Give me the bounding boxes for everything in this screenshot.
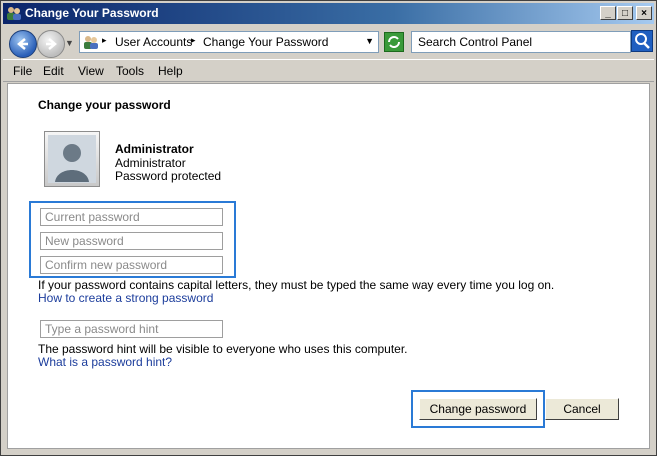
- new-password-field[interactable]: New password: [40, 232, 223, 250]
- search-input[interactable]: Search Control Panel: [411, 31, 631, 53]
- strong-password-link[interactable]: How to create a strong password: [38, 291, 213, 305]
- content-pane: Change your password Administrator Admin…: [7, 83, 650, 449]
- hint-note: The password hint will be visible to eve…: [38, 342, 408, 356]
- menu-view[interactable]: View: [78, 64, 104, 78]
- current-password-placeholder: Current password: [45, 210, 140, 224]
- close-button[interactable]: ×: [636, 6, 652, 20]
- search-icon: [635, 33, 650, 49]
- menu-edit[interactable]: Edit: [43, 64, 64, 78]
- back-button[interactable]: [9, 30, 37, 58]
- user-status: Password protected: [115, 169, 222, 183]
- user-avatar-icon: [48, 135, 96, 183]
- address-dropdown-icon[interactable]: ▼: [365, 36, 374, 46]
- forward-button[interactable]: [37, 30, 65, 58]
- navigation-bar: ▼ ▸ User Accounts ▸ Change Your Password…: [3, 26, 654, 58]
- breadcrumb-separator-icon: ▸: [102, 35, 107, 45]
- confirm-password-field[interactable]: Confirm new password: [40, 256, 223, 274]
- address-bar[interactable]: ▸ User Accounts ▸ Change Your Password ▼: [79, 31, 379, 53]
- breadcrumb-separator-icon: ▸: [191, 35, 196, 45]
- password-hint-field[interactable]: Type a password hint: [40, 320, 223, 338]
- password-hint-placeholder: Type a password hint: [45, 322, 159, 336]
- refresh-icon: [388, 36, 400, 48]
- change-password-button[interactable]: Change password: [419, 398, 537, 420]
- breadcrumb-user-accounts[interactable]: User Accounts: [115, 35, 192, 49]
- users-icon: [7, 7, 21, 20]
- arrow-left-icon: [17, 38, 28, 50]
- title-bar[interactable]: Change Your Password _ □ ×: [3, 3, 654, 24]
- avatar: [44, 131, 100, 187]
- window: Change Your Password _ □ × ▼ ▸ User Acco…: [0, 0, 657, 456]
- minimize-button[interactable]: _: [600, 6, 616, 20]
- new-password-placeholder: New password: [45, 234, 124, 248]
- recent-pages-dropdown[interactable]: ▼: [65, 38, 75, 48]
- cancel-button[interactable]: Cancel: [545, 398, 619, 420]
- breadcrumb-change-password[interactable]: Change Your Password: [203, 35, 328, 49]
- caps-note: If your password contains capital letter…: [38, 278, 555, 292]
- window-title: Change Your Password: [25, 6, 159, 20]
- menu-help[interactable]: Help: [158, 64, 183, 78]
- menu-file[interactable]: File: [13, 64, 32, 78]
- search-button[interactable]: [631, 30, 653, 52]
- user-role: Administrator: [115, 156, 186, 170]
- menu-bar: File Edit View Tools Help: [3, 59, 654, 82]
- arrow-right-icon: [46, 38, 57, 50]
- maximize-button[interactable]: □: [617, 6, 633, 20]
- confirm-password-placeholder: Confirm new password: [45, 258, 168, 272]
- menu-tools[interactable]: Tools: [116, 64, 144, 78]
- refresh-button[interactable]: [384, 32, 404, 52]
- control-panel-icon: [84, 36, 98, 49]
- current-password-field[interactable]: Current password: [40, 208, 223, 226]
- search-placeholder: Search Control Panel: [418, 35, 533, 49]
- page-title: Change your password: [38, 98, 171, 112]
- password-hint-link[interactable]: What is a password hint?: [38, 355, 172, 369]
- user-name: Administrator: [115, 142, 194, 156]
